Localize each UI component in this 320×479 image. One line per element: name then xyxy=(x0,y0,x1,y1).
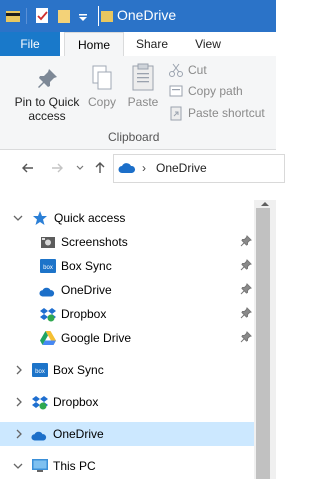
copy-path-label: Copy path xyxy=(188,84,243,98)
onedrive-cloud-icon xyxy=(31,431,47,441)
customize-toolbar-icon[interactable] xyxy=(76,7,90,25)
chevron-right-icon[interactable] xyxy=(14,365,24,375)
ribbon-tabs: File Home Share View xyxy=(0,32,276,58)
paste-shortcut-label: Paste shortcut xyxy=(188,106,265,120)
onedrive-cloud-icon xyxy=(39,287,55,297)
tree-label: Quick access xyxy=(54,211,126,225)
pin-label-line2: access xyxy=(28,109,66,123)
tree-item-onedrive-quick[interactable]: OneDrive xyxy=(0,278,254,302)
tree-label: Dropbox xyxy=(53,395,99,409)
camera-folder-icon xyxy=(41,237,55,248)
chevron-down-icon[interactable] xyxy=(13,214,23,222)
window-title: OneDrive xyxy=(117,7,177,23)
tree-label: Google Drive xyxy=(61,331,132,345)
paste-icon xyxy=(132,63,154,91)
chevron-right-icon[interactable] xyxy=(14,429,24,439)
ribbon: Pin to Quick access Copy Paste Cut Copy … xyxy=(0,56,276,150)
clipboard-group-label: Clipboard xyxy=(108,130,160,144)
tree-label: OneDrive xyxy=(61,283,112,297)
tree-item-screenshots[interactable]: Screenshots xyxy=(0,230,254,254)
tab-file[interactable]: File xyxy=(0,32,60,56)
pin-to-quick-access-button[interactable]: Pin to Quick access xyxy=(14,66,80,123)
computer-icon xyxy=(32,459,48,472)
chevron-right-icon[interactable] xyxy=(14,397,24,407)
google-drive-icon xyxy=(40,331,56,345)
tree-item-dropbox[interactable]: Dropbox xyxy=(0,390,254,414)
scroll-up-arrow-icon[interactable] xyxy=(260,201,270,207)
breadcrumb-onedrive[interactable]: OneDrive xyxy=(156,161,207,175)
tree-item-quick-access[interactable]: Quick access xyxy=(0,206,254,230)
pin-icon[interactable] xyxy=(240,259,252,271)
back-button[interactable] xyxy=(18,158,38,178)
tree-label: Screenshots xyxy=(61,235,128,249)
title-bar: OneDrive xyxy=(0,0,276,32)
navigation-bar: › OneDrive xyxy=(0,150,285,186)
dropbox-icon xyxy=(32,396,48,410)
pin-icon[interactable] xyxy=(240,283,252,295)
box-icon: box xyxy=(32,363,48,377)
new-folder-icon[interactable] xyxy=(56,7,72,25)
copy-label: Copy xyxy=(87,95,116,109)
scissors-icon xyxy=(169,63,183,77)
pin-icon xyxy=(38,69,57,88)
pin-icon[interactable] xyxy=(240,235,252,247)
cut-label: Cut xyxy=(188,63,207,77)
tree-label: Box Sync xyxy=(61,259,112,273)
paste-shortcut-icon xyxy=(170,106,182,121)
pin-icon[interactable] xyxy=(240,307,252,319)
properties-icon[interactable] xyxy=(34,7,50,25)
tab-home[interactable]: Home xyxy=(64,32,124,58)
dropbox-icon xyxy=(40,308,56,322)
recent-locations-button[interactable] xyxy=(70,158,90,178)
window-icon xyxy=(6,11,20,22)
tree-item-box-sync-quick[interactable]: box Box Sync xyxy=(0,254,254,278)
tree-item-onedrive[interactable]: OneDrive xyxy=(0,422,254,446)
back-arrow-icon xyxy=(22,163,33,173)
address-bar[interactable]: › OneDrive xyxy=(113,154,285,183)
tree-item-dropbox-quick[interactable]: Dropbox xyxy=(0,302,254,326)
svg-text:box: box xyxy=(43,265,53,271)
tree-label: This PC xyxy=(53,459,96,473)
onedrive-folder-icon xyxy=(101,11,113,22)
paste-label: Paste xyxy=(127,95,159,109)
chevron-down-icon xyxy=(76,165,84,170)
forward-arrow-icon xyxy=(52,163,63,173)
forward-button[interactable] xyxy=(47,158,67,178)
tree-label: Dropbox xyxy=(61,307,107,321)
onedrive-cloud-icon xyxy=(118,163,136,173)
svg-text:box: box xyxy=(35,369,45,375)
tree-label: Box Sync xyxy=(53,363,104,377)
navigation-tree: Quick access Screenshots box Box Sync On… xyxy=(0,200,254,479)
copy-path-icon xyxy=(169,85,183,97)
tree-item-google-drive[interactable]: Google Drive xyxy=(0,326,254,350)
star-icon xyxy=(33,211,47,225)
pin-label-line1: Pin to Quick xyxy=(14,95,80,109)
up-arrow-icon xyxy=(95,162,105,173)
tab-view[interactable]: View xyxy=(186,32,230,56)
tab-share[interactable]: Share xyxy=(130,32,174,56)
scrollbar-thumb[interactable] xyxy=(256,208,270,479)
copy-icon xyxy=(92,65,112,90)
tree-item-this-pc[interactable]: This PC xyxy=(0,454,254,478)
tree-item-box-sync[interactable]: box Box Sync xyxy=(0,358,254,382)
pin-icon[interactable] xyxy=(240,331,252,343)
tree-scrollbar[interactable] xyxy=(254,200,276,479)
copy-button[interactable]: Copy xyxy=(86,64,118,109)
tree-label: OneDrive xyxy=(53,427,104,441)
box-icon: box xyxy=(40,259,56,273)
breadcrumb-separator-icon[interactable]: › xyxy=(142,161,146,175)
chevron-down-icon[interactable] xyxy=(13,462,23,470)
paste-button[interactable]: Paste xyxy=(126,62,160,109)
up-button[interactable] xyxy=(90,158,110,178)
